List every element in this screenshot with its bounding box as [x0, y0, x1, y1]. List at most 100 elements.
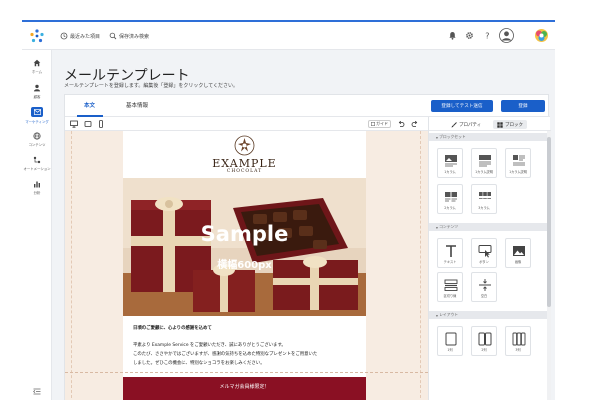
- three-column-block-icon: [479, 192, 491, 199]
- content-tile-divider[interactable]: 区切り線: [437, 272, 463, 302]
- image-block-icon: [445, 155, 457, 167]
- tile-label: 画像: [514, 260, 522, 264]
- sidebar-item-label: 分析: [33, 191, 41, 195]
- saved-search-label: 保存済み検索: [119, 33, 150, 40]
- guide-toggle[interactable]: ガイド: [368, 120, 391, 128]
- email-greeting: 日頃のご愛顧に、心よりの感謝を込めて: [133, 326, 212, 331]
- guide-label: ガイド: [376, 121, 388, 126]
- globe-icon: [33, 132, 41, 140]
- sidebar-item-marketing[interactable]: マーケティング: [22, 107, 52, 124]
- sidebar-item-label: ホーム: [31, 70, 43, 74]
- collapse-sidebar-icon[interactable]: [33, 388, 41, 395]
- mail-icon: [33, 109, 41, 115]
- tab-basic-info[interactable]: 基本情報: [126, 101, 148, 109]
- sidebar-item-contents[interactable]: コンテンツ: [22, 132, 52, 147]
- bell-icon[interactable]: [448, 31, 457, 40]
- register-button[interactable]: 登録: [501, 100, 545, 112]
- tab-body[interactable]: 本文: [84, 101, 95, 109]
- hero-sample-text: Sample: [200, 222, 289, 246]
- email-canvas[interactable]: EXAMPLE CHOCOLAT Sample 横幅600px 日頃のご愛顧に、…: [65, 131, 428, 400]
- one-column-layout-icon: [445, 332, 457, 346]
- tile-label: 区切り線: [443, 294, 457, 298]
- grid-icon: [497, 121, 503, 128]
- block-tile-one-column-desc-2[interactable]: 1カラム説明: [505, 148, 531, 178]
- block-tile-three-columns[interactable]: 3カラム: [471, 184, 497, 214]
- desktop-view-icon[interactable]: [70, 120, 78, 128]
- tab-properties-label: プロパティ: [459, 122, 482, 128]
- person-icon: [33, 84, 41, 92]
- block-divider: [65, 372, 428, 373]
- app-logo-icon[interactable]: [30, 29, 44, 43]
- sidebar-item-home[interactable]: ホーム: [22, 59, 52, 74]
- sidebar-item-customers[interactable]: 顧客: [22, 84, 52, 99]
- app-window: 最近みた項目 保存済み検索 ? ホーム 顧客 マーケティング コンテンツ オート…: [22, 20, 555, 400]
- home-icon: [33, 59, 41, 67]
- email-paragraph-line: このたび、ささやかではございますが、感謝の気持ちを込めた特別なプレゼントをご用意…: [133, 352, 318, 357]
- email-paragraph-line: しました。ぜひこの機会に、特別なショコラをお楽しみください。: [133, 361, 265, 366]
- chart-icon: [34, 181, 40, 188]
- gear-icon[interactable]: [465, 31, 474, 40]
- two-column-layout-icon: [478, 332, 492, 346]
- section-header-layout[interactable]: ▾ レイアウト: [429, 311, 547, 319]
- tab-blocks-label: ブロック: [505, 122, 523, 128]
- brush-icon: [451, 121, 457, 127]
- image-text-block-icon: [479, 155, 491, 167]
- block-tile-two-columns[interactable]: 2カラム: [437, 184, 463, 214]
- tab-properties[interactable]: プロパティ: [447, 120, 485, 129]
- checkbox-icon: [371, 122, 375, 126]
- content-tile-text[interactable]: テキスト: [437, 238, 463, 268]
- svg-text:?: ?: [485, 32, 489, 40]
- block-tile-one-column-desc[interactable]: 1カラム説明: [471, 148, 497, 178]
- tab-blocks[interactable]: ブロック: [493, 120, 527, 129]
- brand-subtitle: CHOCOLAT: [226, 169, 263, 174]
- mobile-view-icon[interactable]: [97, 120, 105, 128]
- email-paragraph-line: 平素より Example Service をご愛顧いただき、誠にありがとうござい…: [133, 343, 286, 348]
- register-and-test-send-button[interactable]: 登録してテスト送信: [431, 100, 493, 112]
- undo-icon[interactable]: [397, 120, 405, 128]
- tablet-view-icon[interactable]: [84, 120, 92, 128]
- recent-items-label: 最近みた項目: [70, 33, 101, 40]
- image-icon: [513, 246, 525, 256]
- section-title: レイアウト: [439, 312, 459, 317]
- email-preview[interactable]: EXAMPLE CHOCOLAT Sample 横幅600px 日頃のご愛顧に、…: [123, 131, 366, 400]
- layout-tile-two-columns[interactable]: 2列: [471, 326, 497, 356]
- spacer-icon: [479, 279, 491, 291]
- tile-label: ボタン: [479, 260, 489, 264]
- history-icon: [60, 32, 68, 40]
- brand-badge-icon[interactable]: [534, 28, 549, 43]
- tile-label: 空白: [480, 294, 488, 298]
- block-tile-one-column[interactable]: 1カラム: [437, 148, 463, 178]
- section-title: ブロックセット: [439, 134, 466, 139]
- scrollbar-thumb[interactable]: [547, 137, 551, 307]
- main-content: メールテンプレート メールテンプレートを登録します。編集後「登録」をクリックして…: [52, 50, 555, 400]
- members-only-banner[interactable]: メルマガ会員様限定！: [123, 377, 366, 400]
- sidebar-item-automation[interactable]: オートメーション: [22, 156, 52, 171]
- avatar-icon[interactable]: [499, 28, 514, 43]
- hero-image[interactable]: Sample 横幅600px: [123, 178, 366, 316]
- redo-icon[interactable]: [411, 120, 419, 128]
- sidebar-item-label: マーケティング: [25, 120, 49, 124]
- content-tile-spacer[interactable]: 空白: [471, 272, 497, 302]
- sidebar: ホーム 顧客 マーケティング コンテンツ オートメーション 分析: [22, 50, 52, 400]
- brand-emblem-icon: [234, 135, 255, 156]
- image-side-text-block-icon: [513, 155, 525, 166]
- content-tile-image[interactable]: 画像: [505, 238, 531, 268]
- tile-label: テキスト: [443, 260, 457, 264]
- layout-tile-one-column[interactable]: 1列: [437, 326, 463, 356]
- sidebar-item-analytics[interactable]: 分析: [22, 180, 52, 195]
- content-tile-button[interactable]: ボタン: [471, 238, 497, 268]
- section-title: コンテンツ: [439, 224, 459, 229]
- help-icon[interactable]: ?: [483, 31, 492, 40]
- tile-label: 1列: [447, 348, 453, 352]
- recent-items-link[interactable]: 最近みた項目: [60, 32, 100, 40]
- section-header-block-set[interactable]: ▾ ブロックセット: [429, 133, 547, 141]
- editor-card: 本文 基本情報 登録してテスト送信 登録 ガイド EXAMPLE CHOCOLA…: [64, 94, 551, 400]
- section-header-contents[interactable]: ▾ コンテンツ: [429, 223, 547, 231]
- layout-tile-three-columns[interactable]: 3列: [505, 326, 531, 356]
- sidebar-item-label: オートメーション: [23, 167, 51, 171]
- panel-scrollbar[interactable]: [547, 131, 551, 400]
- sidebar-item-label: コンテンツ: [28, 143, 46, 147]
- saved-search-link[interactable]: 保存済み検索: [109, 32, 149, 40]
- text-icon: [446, 245, 456, 257]
- active-indicator: [31, 107, 43, 117]
